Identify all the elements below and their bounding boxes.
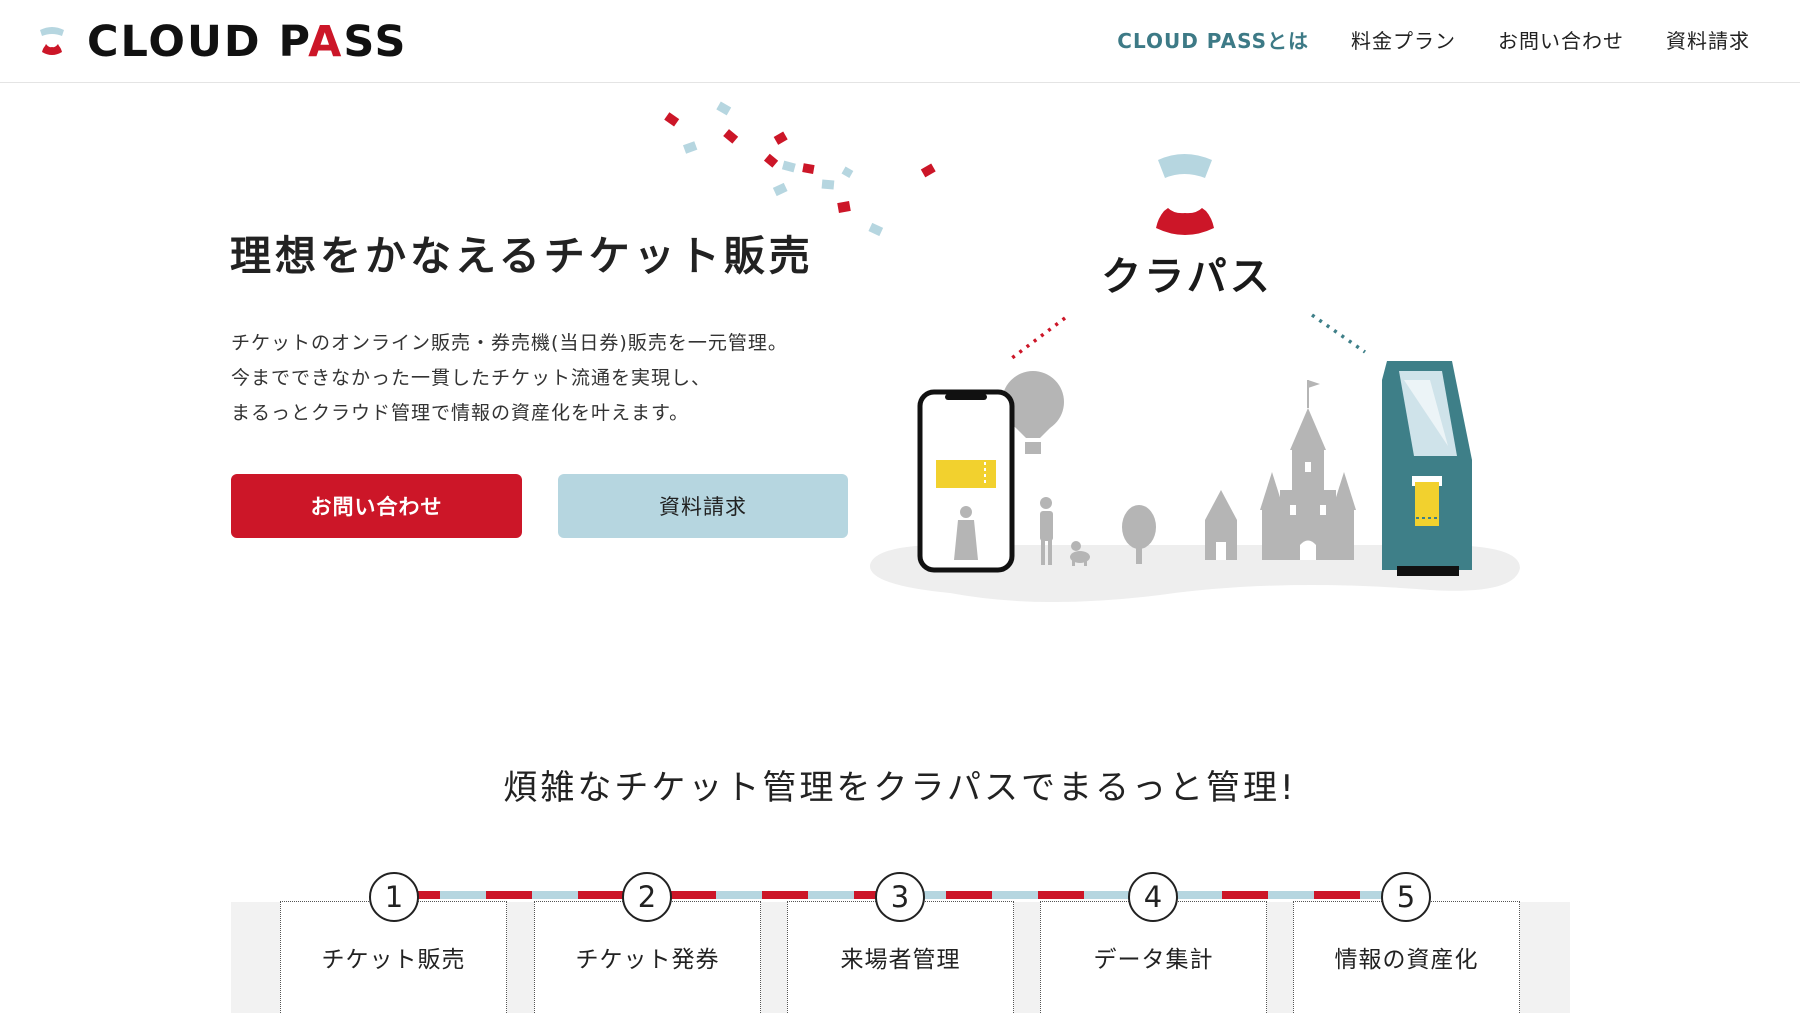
kurapasu-mark-icon xyxy=(1156,154,1214,235)
step-label: データ集計 xyxy=(1093,947,1214,973)
hero-illustration: クラパス xyxy=(664,101,1520,603)
step-number-badge: 4 xyxy=(1128,872,1178,922)
step-label: チケット販売 xyxy=(321,947,466,973)
site-header: CLOUD PASS CLOUD PASSとは 料金プラン お問い合わせ 資料請… xyxy=(0,0,1800,83)
dotted-connector-right xyxy=(1310,313,1367,354)
nav-contact[interactable]: お問い合わせ xyxy=(1498,24,1624,58)
logo-text-start: CLOUD P xyxy=(87,17,309,67)
main-nav: CLOUD PASSとは 料金プラン お問い合わせ 資料請求 xyxy=(1075,24,1750,58)
step-label: 情報の資産化 xyxy=(1334,947,1479,973)
logo-text-a: A xyxy=(308,17,344,67)
nav-docs-request[interactable]: 資料請求 xyxy=(1666,24,1750,58)
smartphone-icon xyxy=(917,389,1015,573)
kurapasu-label: クラパス xyxy=(1101,254,1273,300)
dotted-connector-left xyxy=(1010,316,1067,360)
step-label: チケット発券 xyxy=(575,947,720,973)
nav-about[interactable]: CLOUD PASSとは xyxy=(1117,24,1309,58)
cloud-pass-logo-icon xyxy=(37,22,67,62)
contact-button[interactable]: お問い合わせ xyxy=(231,474,522,538)
logo-text-end: SS xyxy=(343,17,408,67)
nav-pricing[interactable]: 料金プラン xyxy=(1351,24,1456,58)
small-house-icon xyxy=(1205,490,1237,560)
step-number-badge: 3 xyxy=(875,872,925,922)
step-number-badge: 1 xyxy=(369,872,419,922)
step-number-badge: 5 xyxy=(1381,872,1431,922)
step-label: 来場者管理 xyxy=(840,947,961,973)
step-number-badge: 2 xyxy=(622,872,672,922)
confetti-decoration xyxy=(664,101,936,237)
cloud-pass-logo[interactable]: CLOUD PASS xyxy=(37,20,407,64)
castle-icon xyxy=(1260,380,1356,560)
ticket-kiosk-icon xyxy=(1382,361,1472,576)
features-section-title: 煩雑なチケット管理をクラパスでまるっと管理! xyxy=(503,768,1297,808)
